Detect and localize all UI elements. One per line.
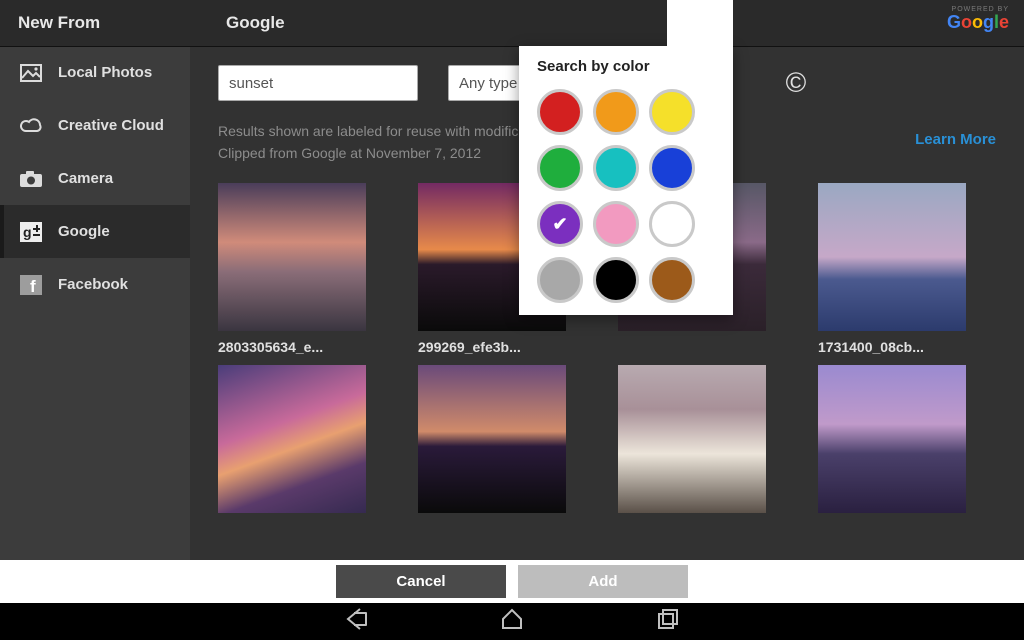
color-swatch[interactable]: [649, 257, 695, 303]
camera-icon: [18, 167, 44, 191]
sidebar-item-local-photos[interactable]: Local Photos: [0, 46, 190, 99]
system-navbar: [0, 603, 1024, 640]
color-swatch[interactable]: [537, 257, 583, 303]
result-cell[interactable]: 1731400_08cb...: [818, 183, 966, 355]
photo-icon: [18, 61, 44, 85]
result-cell[interactable]: 2803305634_e...: [218, 183, 366, 355]
header-title-right: Google: [208, 13, 285, 33]
google-logo: Google: [947, 13, 1009, 31]
sidebar-item-facebook[interactable]: f Facebook: [0, 258, 190, 311]
result-cell[interactable]: [818, 365, 966, 513]
color-swatch[interactable]: [537, 145, 583, 191]
color-swatch[interactable]: [649, 89, 695, 135]
color-swatch[interactable]: [537, 89, 583, 135]
facebook-icon: f: [18, 273, 44, 297]
color-swatch[interactable]: [649, 145, 695, 191]
svg-text:f: f: [30, 277, 36, 295]
license-filter-button[interactable]: ©: [765, 53, 827, 113]
results-row-2: [190, 355, 1024, 513]
footer: Cancel Add: [0, 560, 1024, 603]
color-swatch[interactable]: [537, 201, 583, 247]
color-swatch[interactable]: [593, 89, 639, 135]
g-letter: g: [983, 12, 994, 32]
back-button[interactable]: [343, 606, 369, 637]
thumbnail: [218, 183, 366, 331]
caption: 1731400_08cb...: [818, 339, 966, 355]
thumbnail: [218, 365, 366, 513]
caption: 2803305634_e...: [218, 339, 366, 355]
header: New From Google POWERED BY Google: [0, 0, 1024, 47]
sidebar-item-camera[interactable]: Camera: [0, 152, 190, 205]
sidebar-item-label: Camera: [58, 170, 113, 187]
thumbnail: [618, 365, 766, 513]
color-swatch[interactable]: [649, 201, 695, 247]
thumbnail: [818, 183, 966, 331]
caption: 299269_efe3b...: [418, 339, 566, 355]
thumbnail: [418, 365, 566, 513]
header-title-left: New From: [0, 13, 208, 33]
color-swatch[interactable]: [593, 201, 639, 247]
color-swatch[interactable]: [593, 145, 639, 191]
search-input[interactable]: sunset: [218, 65, 418, 101]
add-button[interactable]: Add: [518, 565, 688, 598]
sidebar-item-google[interactable]: g Google: [0, 205, 190, 258]
google-icon: g: [18, 220, 44, 244]
powered-by-google: POWERED BY Google: [947, 6, 1009, 31]
g-letter: o: [972, 12, 983, 32]
sidebar-item-label: Google: [58, 223, 110, 240]
color-swatch[interactable]: [593, 257, 639, 303]
g-letter: G: [947, 12, 961, 32]
sidebar-item-label: Facebook: [58, 276, 128, 293]
sidebar-item-label: Creative Cloud: [58, 117, 164, 134]
dropdown-value: Any type: [449, 75, 517, 92]
popover-title: Search by color: [519, 58, 733, 77]
color-swatches: [519, 77, 733, 307]
sidebar: Local Photos Creative Cloud Camera g Goo…: [0, 46, 191, 560]
cancel-button[interactable]: Cancel: [336, 565, 506, 598]
learn-more-link[interactable]: Learn More: [915, 128, 996, 152]
result-cell[interactable]: [218, 365, 366, 513]
sidebar-item-creative-cloud[interactable]: Creative Cloud: [0, 99, 190, 152]
g-letter: o: [961, 12, 972, 32]
search-value: sunset: [229, 75, 273, 92]
sidebar-item-label: Local Photos: [58, 64, 152, 81]
creative-cloud-icon: [18, 114, 44, 138]
g-letter: e: [999, 12, 1009, 32]
recents-button[interactable]: [655, 606, 681, 637]
svg-text:g: g: [23, 224, 32, 240]
thumbnail: [818, 365, 966, 513]
color-popover: Search by color: [519, 46, 733, 315]
popover-tab: [667, 0, 733, 46]
result-cell[interactable]: [618, 365, 766, 513]
home-button[interactable]: [499, 606, 525, 637]
result-cell[interactable]: [418, 365, 566, 513]
copyright-icon: ©: [786, 67, 807, 99]
